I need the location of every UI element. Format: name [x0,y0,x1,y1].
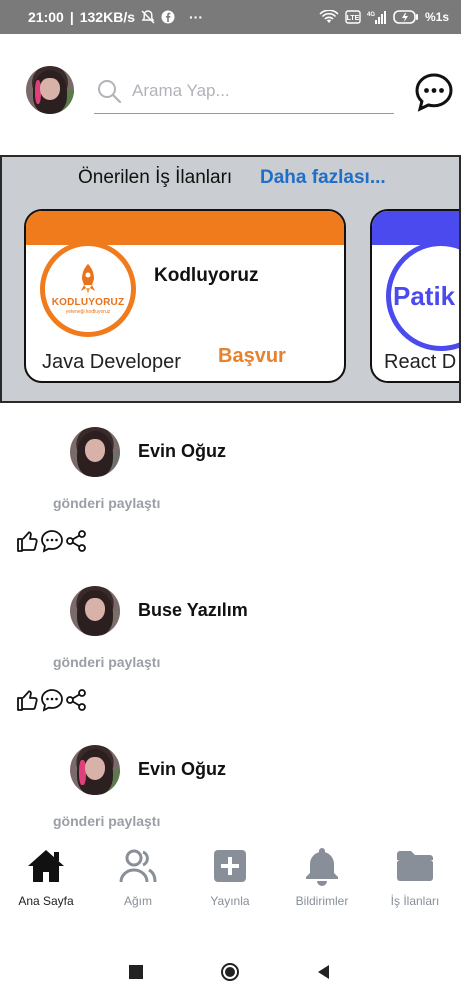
comment-icon[interactable] [40,529,64,553]
company-logo: Patik [386,241,459,351]
status-separator: | [69,9,74,25]
author-avatar[interactable] [70,745,120,795]
battery-percent: %1s [424,10,449,24]
status-time: 21:00 [28,9,64,25]
job-card[interactable]: KODLUYORUZ yeteneği kodluyoruz Kodluyoru… [24,209,346,383]
post-actions [16,529,88,553]
feed-post: Buse Yazılım gönderi paylaştı [0,564,461,724]
avatar-face [40,77,60,100]
logo-text: KODLUYORUZ [51,297,125,308]
signal-icon: 4G [367,11,386,24]
svg-text:4G: 4G [367,12,375,18]
app-screen: 21:00 | 132KB/s ··· LTE 4G %1s Arama Yap… [0,0,461,1000]
feed: Evin Oğuz gönderi paylaştı Buse Yazılım … [0,405,461,830]
nav-item-notifications[interactable]: Bildirimler [276,846,368,908]
search-icon [98,79,122,103]
logo-text: Patik [393,280,456,311]
post-author[interactable]: Evin Oğuz [138,441,226,462]
author-avatar[interactable] [70,427,120,477]
post-author[interactable]: Buse Yazılım [138,600,248,621]
share-icon[interactable] [64,529,88,553]
chat-icon[interactable] [414,72,454,112]
status-bar: 21:00 | 132KB/s ··· LTE 4G %1s [0,0,461,34]
system-navigation [0,940,461,1000]
nav-label: Bildirimler [295,894,349,908]
plus-square-icon [214,850,246,882]
profile-avatar[interactable] [26,66,74,114]
folder-icon [397,851,433,881]
home-icon [28,850,64,882]
status-more-icon: ··· [189,9,203,25]
recents-icon[interactable] [126,962,146,982]
recommended-jobs-section: Önerilen İş İlanları Daha fazlası... KOD… [0,155,461,403]
comment-icon[interactable] [40,688,64,712]
job-position: React D [384,351,457,373]
search-input[interactable] [132,80,382,101]
jobs-more-link[interactable]: Daha fazlası... [260,167,386,189]
apply-button[interactable]: Başvur [218,345,286,368]
wifi-icon [319,10,339,23]
status-speed: 132KB/s [79,9,135,25]
nav-label: İş İlanları [390,894,440,908]
nav-label: Ağım [123,894,152,908]
job-position: Java Developer [42,351,181,373]
like-icon[interactable] [16,688,40,712]
facebook-icon [161,10,175,24]
bottom-navigation: Ana Sayfa Ağım Yayınla Bildirimler İş İl… [0,830,461,930]
post-text: gönderi paylaştı [53,495,161,511]
nav-label: Ana Sayfa [18,894,74,908]
battery-icon [393,10,418,24]
nav-item-jobs[interactable]: İş İlanları [369,846,461,908]
post-text: gönderi paylaştı [53,654,161,670]
job-card-band [26,211,344,245]
nav-item-home[interactable]: Ana Sayfa [0,846,92,908]
back-icon[interactable] [314,962,334,982]
svg-text:LTE: LTE [347,15,360,22]
post-author[interactable]: Evin Oğuz [138,759,226,780]
mute-bell-icon [141,10,155,24]
home-button-icon[interactable] [220,962,240,982]
bell-icon [306,848,338,886]
status-right: LTE 4G %1s [319,10,449,24]
rocket-icon [81,264,95,294]
avatar-face [85,757,105,780]
avatar-face [85,598,105,621]
job-card-band [372,211,459,245]
jobs-section-title: Önerilen İş İlanları [78,167,233,188]
nav-item-publish[interactable]: Yayınla [184,846,276,908]
share-icon[interactable] [64,688,88,712]
avatar-face [85,439,105,462]
status-left: 21:00 | 132KB/s ··· [28,9,203,25]
header [0,34,461,154]
feed-post: Evin Oğuz gönderi paylaştı [0,723,461,830]
people-icon [119,849,157,883]
feed-post: Evin Oğuz gönderi paylaştı [0,405,461,565]
volte-icon: LTE [345,10,361,24]
search-bar[interactable] [94,68,394,114]
author-avatar[interactable] [70,586,120,636]
post-text: gönderi paylaştı [53,813,161,829]
post-actions [16,688,88,712]
nav-label: Yayınla [210,894,250,908]
logo-subtext: yeteneği kodluyoruz [65,309,111,315]
nav-item-network[interactable]: Ağım [92,846,184,908]
job-card[interactable]: Patik React D [370,209,459,383]
company-name: Kodluyoruz [154,265,259,286]
company-logo: KODLUYORUZ yeteneği kodluyoruz [40,241,136,337]
like-icon[interactable] [16,529,40,553]
